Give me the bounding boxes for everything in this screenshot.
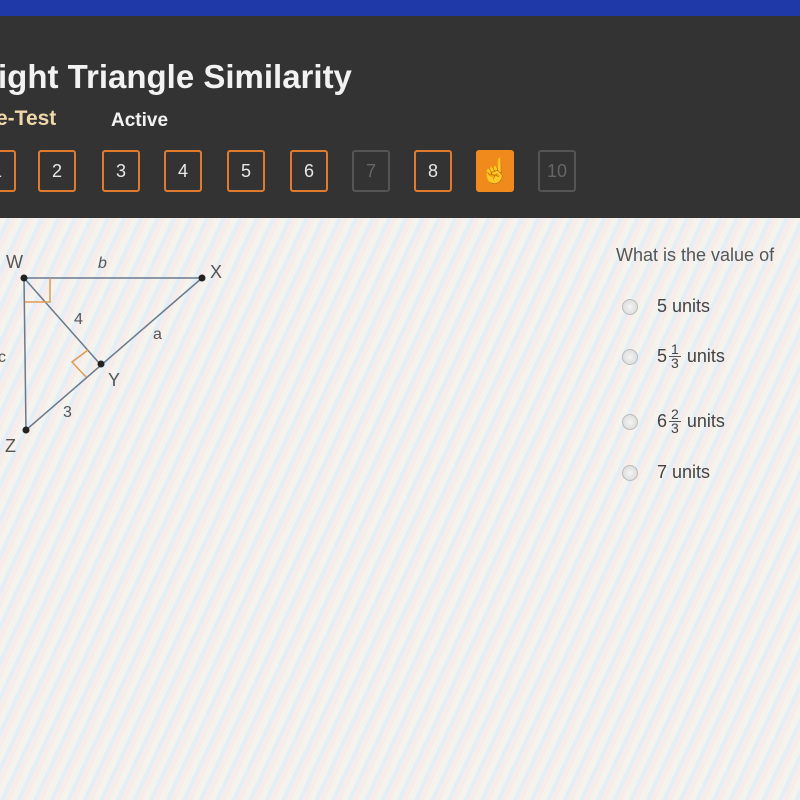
denominator: 3 xyxy=(671,355,679,371)
option-whole: 5 xyxy=(657,346,668,366)
right-angle-mark-y xyxy=(70,349,89,378)
right-angle-mark-w xyxy=(25,278,51,303)
altitude-wy xyxy=(23,277,101,365)
label-c: c xyxy=(0,349,6,366)
option-fraction: 23 xyxy=(669,407,681,436)
point-y xyxy=(97,360,105,368)
point-x xyxy=(198,274,206,282)
label-b: b xyxy=(98,255,107,272)
label-wy: 4 xyxy=(74,311,83,328)
question-number: 7 xyxy=(365,160,376,181)
question-number: 5 xyxy=(240,160,251,181)
question-number: 2 xyxy=(51,160,62,181)
question-6-button[interactable]: 6 xyxy=(290,150,328,192)
question-number: 3 xyxy=(115,160,126,181)
question-8-button[interactable]: 8 xyxy=(414,150,452,192)
triangle-diagram: W X Y Z b a c 4 3 xyxy=(0,252,222,456)
question-7-button: 7 xyxy=(352,150,390,192)
question-5-button[interactable]: 5 xyxy=(227,150,265,192)
header: ight Triangle Similarity e-Test Active 1… xyxy=(0,16,800,218)
option-unit: units xyxy=(672,462,711,482)
question-9-button[interactable]: ☝ xyxy=(476,150,514,192)
question-number: 6 xyxy=(303,160,314,181)
side-wz xyxy=(23,277,27,431)
option-fraction: 13 xyxy=(669,342,681,371)
option-whole: 6 xyxy=(657,411,668,431)
question-number: 10 xyxy=(546,160,568,181)
option-unit: units xyxy=(686,346,725,366)
label-a: a xyxy=(153,326,162,343)
label-yz: 3 xyxy=(63,404,72,421)
browser-top-bar xyxy=(0,0,800,16)
question-number: 8 xyxy=(427,160,438,181)
label-z: Z xyxy=(5,436,16,456)
question-number: 4 xyxy=(177,160,188,181)
question-1-button[interactable]: 1 xyxy=(0,150,16,192)
radio-button[interactable] xyxy=(622,298,638,315)
denominator: 3 xyxy=(671,420,679,436)
question-2-button[interactable]: 2 xyxy=(38,150,76,192)
answer-option[interactable]: 6 2 3 units xyxy=(622,407,725,436)
label-w: W xyxy=(6,252,23,272)
radio-button[interactable] xyxy=(622,348,638,365)
radio-button[interactable] xyxy=(622,413,638,430)
question-number: 1 xyxy=(0,161,2,182)
question-text: What is the value of xyxy=(616,245,775,265)
status-label: Active xyxy=(111,110,169,131)
page-title: ight Triangle Similarity xyxy=(0,58,352,95)
question-10-button: 10 xyxy=(538,150,576,192)
point-w xyxy=(20,274,28,282)
radio-button[interactable] xyxy=(622,464,638,481)
option-whole: 5 xyxy=(657,296,668,316)
option-unit: units xyxy=(686,411,725,431)
answer-option[interactable]: 7 units xyxy=(622,462,710,483)
question-4-button[interactable]: 4 xyxy=(164,150,202,192)
label-y: Y xyxy=(108,370,120,390)
hand-pointer-icon: ☝ xyxy=(480,157,510,185)
option-whole: 7 xyxy=(657,462,668,482)
label-x: X xyxy=(210,262,222,282)
answer-option[interactable]: 5 units xyxy=(622,296,710,317)
page-subtitle: e-Test xyxy=(0,107,57,130)
question-3-button[interactable]: 3 xyxy=(102,150,140,192)
option-unit: units xyxy=(672,296,711,316)
answer-option[interactable]: 5 1 3 units xyxy=(622,342,725,371)
point-z xyxy=(22,426,30,434)
side-zx xyxy=(25,277,203,431)
